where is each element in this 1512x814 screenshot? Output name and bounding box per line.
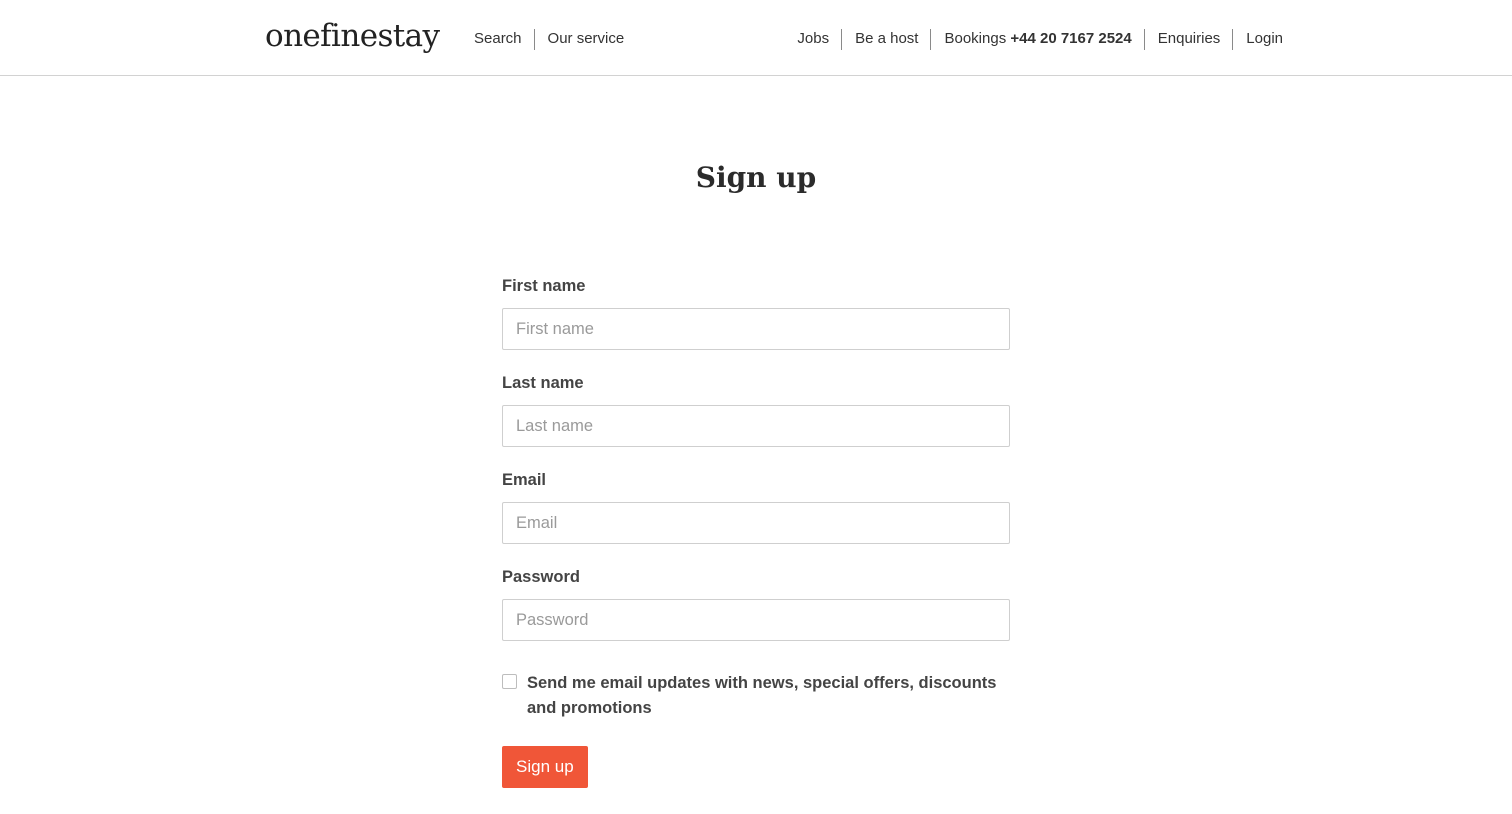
email-label: Email [502,471,547,489]
sign-up-button[interactable]: Sign up [502,746,588,788]
nav-divider [1232,28,1234,50]
nav-link-search[interactable]: Search [474,29,522,49]
last-name-label: Last name [502,374,584,392]
nav-divider [1143,28,1145,50]
nav-link-be-a-host[interactable]: Be a host [855,29,918,49]
email-group: Email [502,468,1010,544]
nav-link-enquiries[interactable]: Enquiries [1158,29,1221,49]
secondary-nav: Jobs Be a host Bookings +44 20 7167 2524… [797,28,1283,50]
last-name-group: Last name [502,371,1010,447]
page-title: Sign up [695,161,817,194]
last-name-input[interactable] [502,405,1010,447]
password-label: Password [502,568,580,586]
email-input[interactable] [502,502,1010,544]
nav-divider [930,28,932,50]
newsletter-option: Send me email updates with news, special… [502,671,1010,721]
password-input[interactable] [502,599,1010,641]
site-header: onefinestay Search Our service Jobs Be a… [0,0,1512,76]
password-group: Password [502,565,1010,641]
nav-link-jobs[interactable]: Jobs [797,29,829,49]
nav-link-our-service[interactable]: Our service [548,29,625,49]
first-name-input[interactable] [502,308,1010,350]
nav-link-bookings[interactable]: Bookings +44 20 7167 2524 [944,29,1131,49]
onefinestay-logo[interactable]: onefinestay [265,14,440,58]
first-name-group: First name [502,274,1010,350]
signup-form: First name Last name Email Password Send… [502,274,1010,788]
bookings-phone-number: +44 20 7167 2524 [1010,30,1132,47]
newsletter-label[interactable]: Send me email updates with news, special… [527,674,996,717]
primary-nav: Search Our service [474,28,624,50]
first-name-label: First name [502,277,586,295]
newsletter-checkbox[interactable] [502,674,517,689]
bookings-label: Bookings [944,30,1007,47]
nav-divider [841,28,843,50]
nav-link-login[interactable]: Login [1246,29,1283,49]
nav-divider [533,28,535,50]
